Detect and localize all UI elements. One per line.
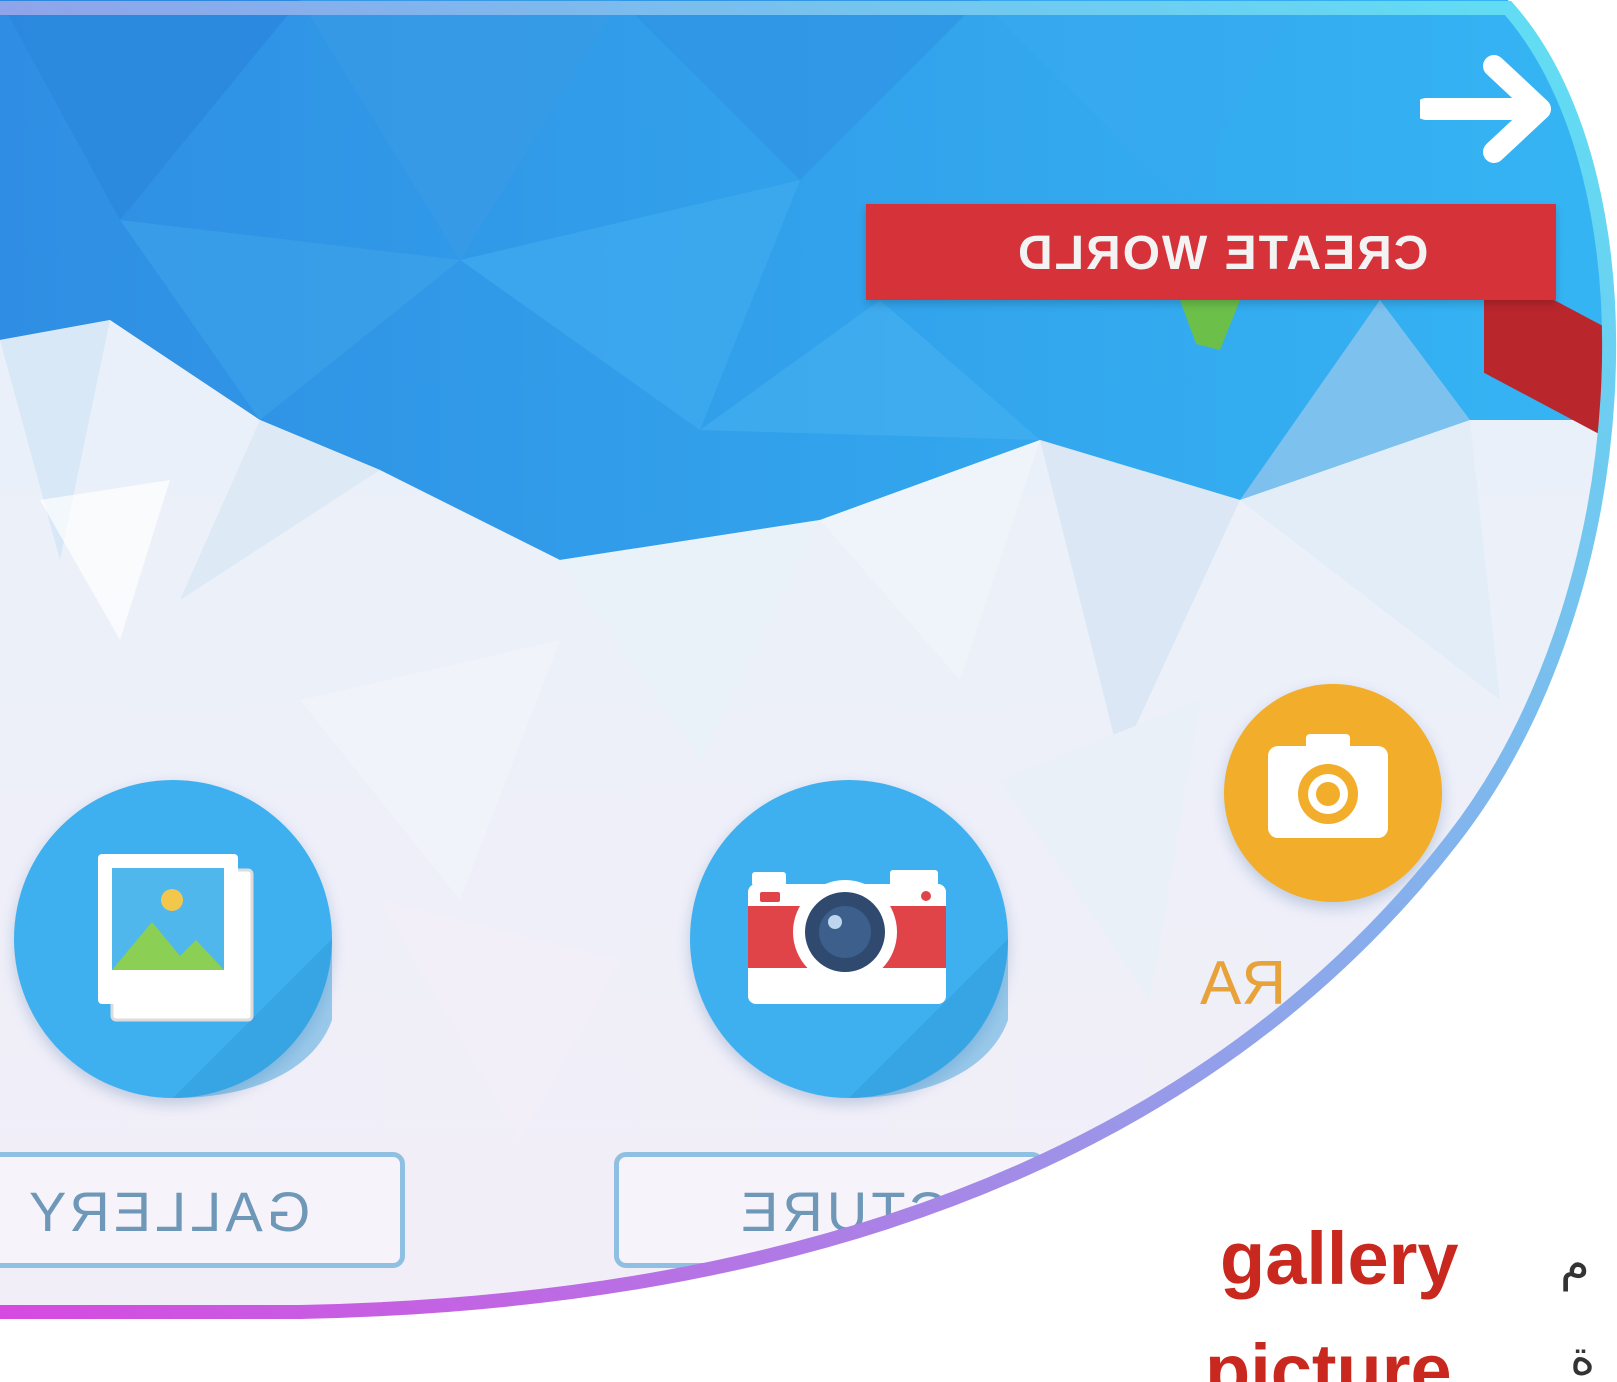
app-screenshot-frame: CREATE WORLD RA GALLERY PICTURE <box>0 0 1617 1382</box>
caption-arabic-2: ة <box>1570 1330 1596 1382</box>
caption-arabic-1: م <box>1560 1236 1590 1292</box>
caption-gallery: gallery <box>1220 1217 1459 1300</box>
screenshot-border <box>0 1 1617 1319</box>
caption-picture: picture <box>1205 1329 1452 1382</box>
